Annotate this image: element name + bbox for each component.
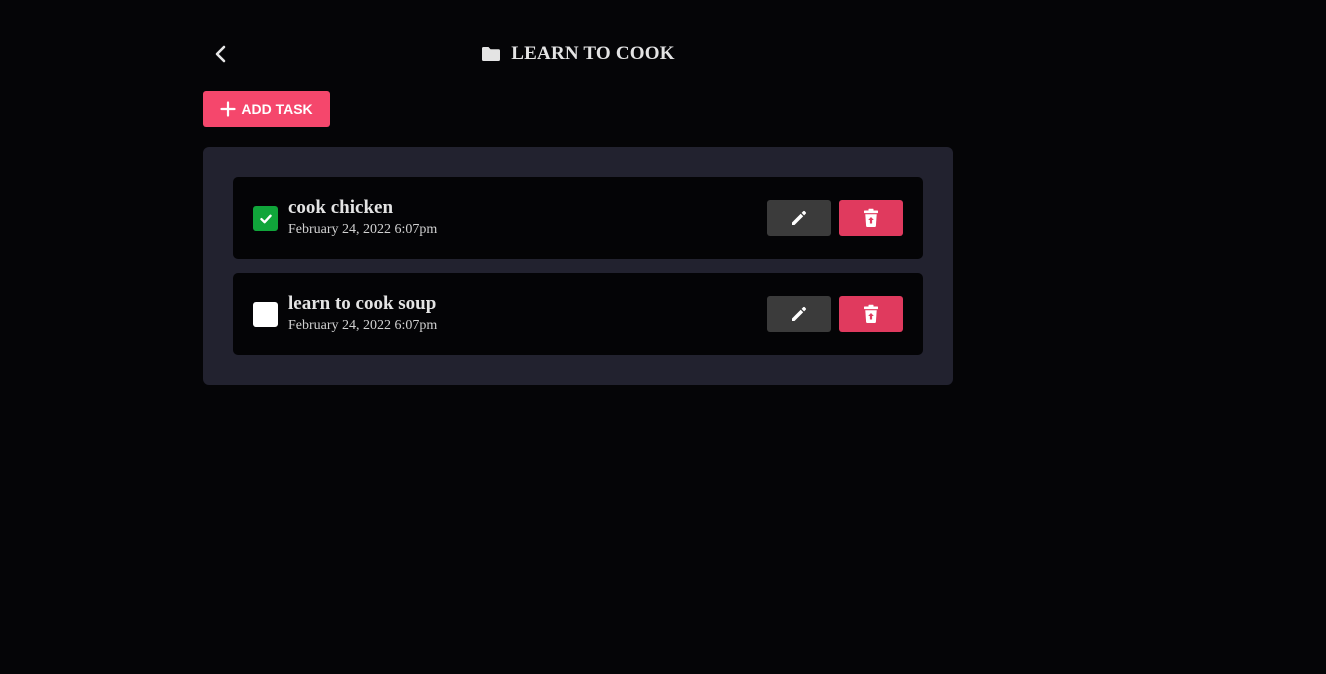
- delete-task-button[interactable]: [839, 200, 903, 236]
- task-text: cook chicken February 24, 2022 6:07pm: [288, 197, 437, 239]
- add-task-label: ADD TASK: [241, 101, 313, 117]
- task-checkbox-checked[interactable]: [253, 206, 278, 231]
- task-text: learn to cook soup February 24, 2022 6:0…: [288, 293, 437, 335]
- add-task-button[interactable]: ADD TASK: [203, 91, 330, 127]
- checkmark-icon: [259, 214, 272, 224]
- pencil-icon: [789, 304, 809, 324]
- back-button[interactable]: [207, 40, 235, 68]
- chevron-left-icon: [214, 45, 228, 63]
- task-date: February 24, 2022 6:07pm: [288, 318, 438, 333]
- page-header: LEARN TO COOK: [203, 36, 953, 72]
- task-list-panel: cook chicken February 24, 2022 6:07pm le…: [203, 147, 953, 385]
- task-checkbox-unchecked[interactable]: [253, 302, 278, 327]
- task-name: cook chicken: [288, 197, 394, 218]
- task-item: learn to cook soup February 24, 2022 6:0…: [233, 273, 923, 355]
- delete-task-button[interactable]: [839, 296, 903, 332]
- trash-icon: [863, 208, 879, 228]
- task-item: cook chicken February 24, 2022 6:07pm: [233, 177, 923, 259]
- task-date: February 24, 2022 6:07pm: [288, 222, 438, 237]
- task-name: learn to cook soup: [288, 293, 437, 314]
- trash-icon: [863, 304, 879, 324]
- page-title-group: LEARN TO COOK: [203, 36, 953, 72]
- folder-icon: [481, 46, 501, 62]
- edit-task-button[interactable]: [767, 296, 831, 332]
- page-title: LEARN TO COOK: [511, 43, 675, 64]
- edit-task-button[interactable]: [767, 200, 831, 236]
- plus-icon: [220, 101, 236, 117]
- pencil-icon: [789, 208, 809, 228]
